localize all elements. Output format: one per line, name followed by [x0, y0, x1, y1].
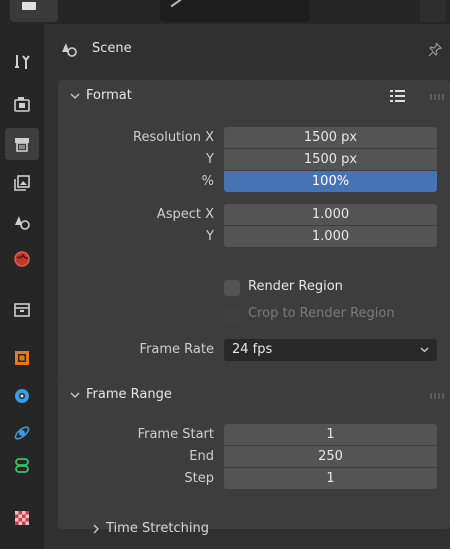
frame-rate-dropdown[interactable]: 24 fps — [224, 339, 437, 361]
frame-start-field[interactable]: 1 — [224, 424, 437, 445]
frame-range-panel: Frame Range Frame Start 1 End 250 Step 1 — [58, 379, 450, 529]
wrench-screwdriver-icon — [15, 55, 30, 69]
circle-target-icon — [15, 389, 29, 403]
crop-render-region-checkbox[interactable] — [224, 307, 240, 323]
aspect-y-label: Y — [206, 229, 214, 244]
frame-start-label: Frame Start — [137, 427, 214, 442]
tab-texture[interactable] — [5, 502, 39, 534]
collection-box-icon — [14, 303, 30, 317]
aspect-y-field[interactable]: 1.000 — [224, 226, 437, 247]
resolution-y-field[interactable]: 1500 px — [224, 149, 437, 170]
context-title: Scene — [92, 41, 132, 56]
frame-rate-row: Frame Rate 24 fps — [58, 339, 450, 361]
tab-render[interactable] — [5, 88, 39, 120]
frame-rate-value: 24 fps — [232, 342, 273, 357]
world-globe-icon — [14, 251, 30, 267]
frame-rate-label: Frame Rate — [139, 342, 214, 357]
properties-main: Scene Format Resolution X 1500 px Y 1500… — [44, 24, 450, 549]
time-stretching-title: Time Stretching — [106, 521, 209, 536]
frame-end-field[interactable]: 250 — [224, 446, 437, 467]
aspect-x-label: Aspect X — [156, 207, 214, 222]
scene-icon — [62, 43, 77, 57]
chevron-right-icon — [93, 524, 99, 534]
frame-start-row: Frame Start 1 — [58, 424, 450, 445]
tab-collection[interactable] — [5, 294, 39, 326]
frame-end-label: End — [189, 449, 214, 464]
aspect-x-field[interactable]: 1.000 — [224, 204, 437, 225]
frame-range-panel-title: Frame Range — [86, 387, 172, 402]
time-stretching-subpanel[interactable]: Time Stretching — [58, 517, 450, 549]
format-panel-title: Format — [86, 88, 132, 103]
resolution-x-row: Resolution X 1500 px — [58, 127, 450, 148]
resolution-y-label: Y — [206, 152, 214, 167]
render-region-checkbox[interactable] — [224, 280, 240, 296]
aspect-x-row: Aspect X 1.000 — [58, 204, 450, 225]
drag-grip-icon[interactable] — [430, 393, 444, 399]
render-region-label: Render Region — [248, 279, 343, 294]
search-field[interactable] — [160, 0, 310, 22]
tab-tool[interactable] — [5, 46, 39, 78]
context-header: Scene — [44, 24, 450, 74]
editor-type-icon — [22, 2, 36, 10]
top-right-button[interactable] — [420, 0, 446, 22]
frame-step-label: Step — [184, 471, 214, 486]
presets-list-icon[interactable] — [390, 89, 406, 103]
resolution-x-field[interactable]: 1500 px — [224, 127, 437, 148]
format-panel: Format Resolution X 1500 px Y 1500 px % … — [58, 80, 450, 390]
resolution-percent-slider[interactable]: 100% — [224, 171, 437, 192]
resolution-y-row: Y 1500 px — [58, 149, 450, 170]
frame-step-field[interactable]: 1 — [224, 468, 437, 489]
chevron-down-icon — [420, 347, 429, 353]
pin-icon[interactable] — [427, 41, 443, 57]
frame-step-row: Step 1 — [58, 468, 450, 489]
chevron-down-icon — [70, 93, 80, 99]
editor-type-menu[interactable] — [10, 0, 58, 22]
tab-modifier[interactable] — [5, 380, 39, 412]
frame-range-panel-header[interactable]: Frame Range — [58, 379, 450, 411]
frame-end-row: End 250 — [58, 446, 450, 467]
camera-back-icon — [14, 97, 30, 112]
top-toolbar-strip — [0, 0, 450, 24]
format-panel-header[interactable]: Format — [58, 80, 450, 112]
resolution-x-label: Resolution X — [133, 130, 214, 145]
resolution-percent-row: % 100% — [58, 171, 450, 192]
crop-render-region-label: Crop to Render Region — [248, 306, 395, 321]
chevron-down-icon — [70, 392, 80, 398]
aspect-y-row: Y 1.000 — [58, 226, 450, 247]
resolution-percent-label: % — [201, 174, 214, 189]
tab-world[interactable] — [5, 243, 39, 275]
checker-texture-icon — [15, 511, 29, 525]
search-icon — [170, 0, 182, 8]
drag-grip-icon[interactable] — [430, 94, 444, 100]
